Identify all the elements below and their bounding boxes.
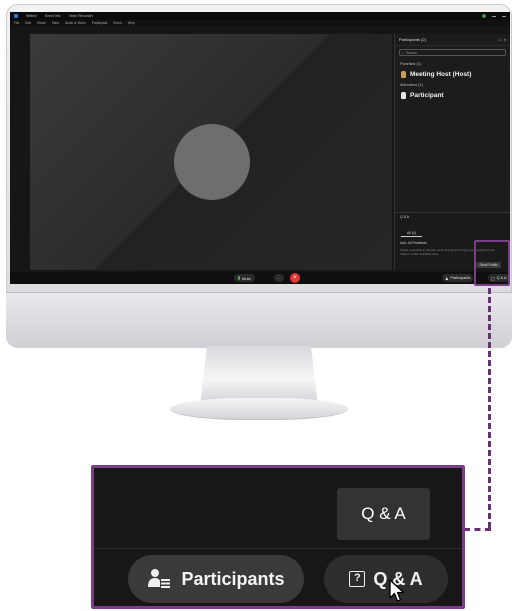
question-box-icon: ? — [349, 571, 366, 587]
attendee-name: Participant — [410, 92, 444, 99]
mute-label: Mute — [242, 275, 251, 281]
participants-panel: Participants (2) □ × ⌕ Search Panelists … — [394, 34, 510, 270]
microphone-icon — [238, 276, 240, 280]
monitor-stand-base — [170, 398, 348, 420]
qa-ask-select[interactable]: All Panelists — [408, 241, 427, 245]
status-icon — [482, 14, 486, 18]
tab-event-info[interactable]: Event Info — [45, 14, 61, 18]
monitor-chin — [6, 292, 512, 348]
dashed-connector-horizontal — [464, 528, 491, 531]
qa-tab-all[interactable]: All (0) — [401, 230, 423, 237]
divider — [94, 548, 462, 549]
participant-row-host[interactable]: Meeting Host (Host) — [395, 69, 510, 80]
end-call-button[interactable]: × — [290, 273, 300, 283]
menu-audio-video[interactable]: Audio & Video — [65, 21, 86, 25]
menu-help[interactable]: Help — [128, 21, 135, 25]
attendee-icon — [401, 92, 406, 99]
close-icon[interactable] — [502, 15, 506, 17]
qa-ask-label: Ask: — [400, 241, 407, 245]
app-title: Webex — [26, 14, 37, 18]
title-bar: Webex Event Info Video Recorder — [10, 12, 510, 20]
menu-bar: File Edit Share View Audio & Video Parti… — [10, 20, 510, 26]
monitor-stand-neck — [200, 346, 318, 406]
mute-button[interactable]: Mute — [234, 274, 255, 282]
tab-video-recorder[interactable]: Video Recorder — [69, 14, 93, 18]
webex-logo-icon — [14, 14, 18, 18]
panel-close-icon[interactable]: × — [504, 37, 506, 42]
window-controls — [482, 14, 506, 18]
qa-tooltip-text: Q & A — [361, 504, 406, 523]
minimize-icon[interactable] — [492, 15, 496, 17]
avatar-placeholder-icon — [174, 124, 250, 200]
menu-participant[interactable]: Participant — [92, 21, 108, 25]
participants-icon — [148, 569, 171, 588]
qa-tooltip: Q & A — [337, 488, 430, 540]
menu-share[interactable]: Share — [37, 21, 46, 25]
monitor-screen: Webex Event Info Video Recorder File Edi… — [10, 12, 510, 284]
panelists-group-label[interactable]: Panelists (1) — [395, 59, 510, 69]
qa-button[interactable]: ? Q & A — [324, 555, 448, 603]
host-icon — [401, 71, 406, 78]
participants-button[interactable]: Participants — [128, 555, 304, 603]
attendees-group-label[interactable]: Attendees (1) — [395, 80, 510, 90]
participants-button-small[interactable]: ♟ Participants — [442, 274, 474, 282]
participants-icon: ♟ — [445, 276, 449, 281]
host-name: Meeting Host (Host) — [410, 71, 472, 78]
search-icon: ⌕ — [402, 50, 404, 55]
meeting-control-bar: Mute ... × ♟ Participants ▢ Q & A — [10, 272, 510, 284]
mouse-pointer-icon — [389, 579, 405, 602]
menu-edit[interactable]: Edit — [25, 21, 31, 25]
participant-row-attendee[interactable]: Participant — [395, 90, 510, 101]
more-options-button[interactable]: ... — [274, 274, 284, 282]
participant-search-input[interactable]: ⌕ Search — [399, 49, 506, 56]
menu-file[interactable]: File — [14, 21, 19, 25]
highlight-box — [474, 240, 510, 286]
participants-panel-title: Participants (2) — [399, 37, 426, 42]
illustration: Webex Event Info Video Recorder File Edi… — [0, 0, 512, 611]
menu-event[interactable]: Event — [113, 21, 121, 25]
menu-view[interactable]: View — [52, 21, 59, 25]
zoomed-detail: Q & A Participants ? Q & A — [91, 465, 465, 609]
qa-pane-header: Q & A — [400, 215, 410, 219]
search-placeholder: Search — [405, 50, 418, 55]
participants-label-small: Participants — [450, 276, 471, 280]
dashed-connector-vertical — [488, 288, 491, 528]
participants-label: Participants — [181, 568, 285, 589]
panel-popout-icon[interactable]: □ — [498, 37, 500, 42]
video-stage — [30, 34, 392, 270]
participants-panel-header: Participants (2) □ × — [395, 34, 510, 46]
